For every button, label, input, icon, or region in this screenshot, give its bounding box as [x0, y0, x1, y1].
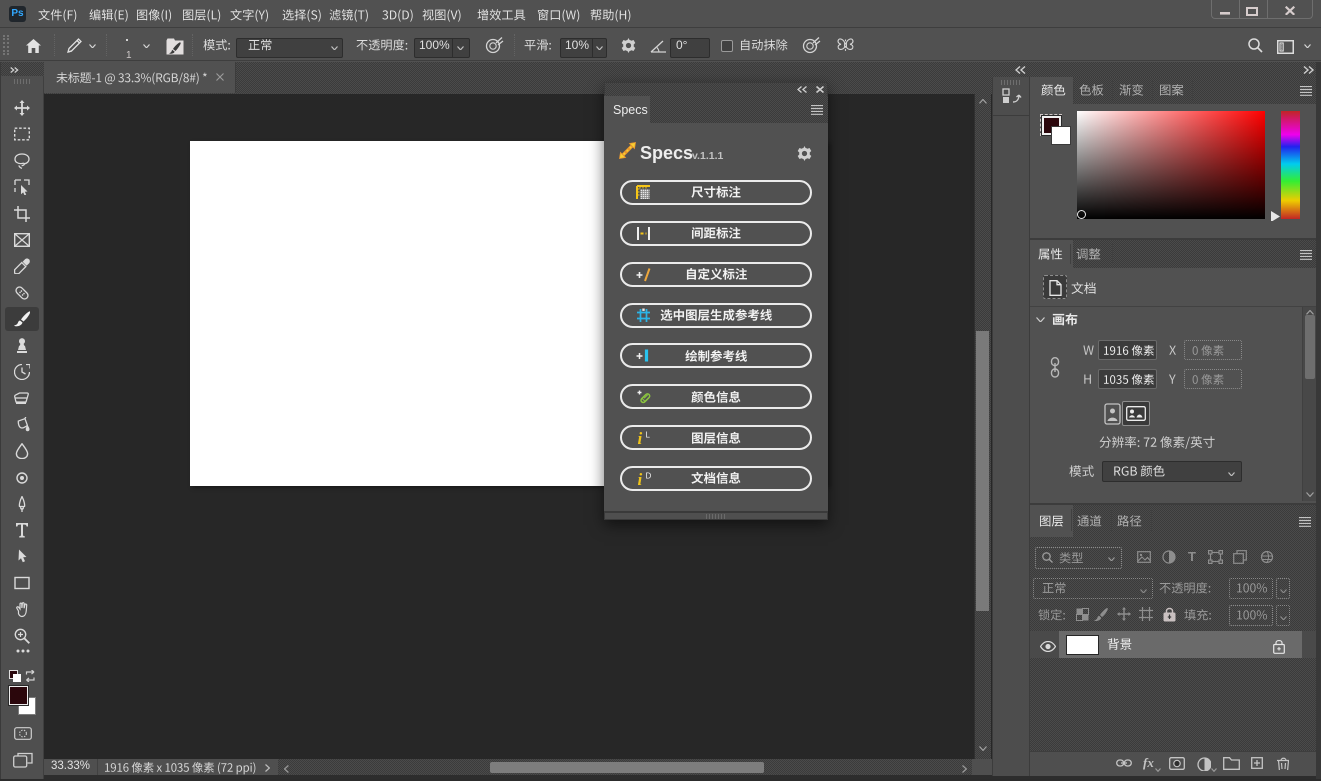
svg-text:D: D	[646, 471, 652, 480]
svg-text:i: i	[638, 430, 643, 445]
svg-text:i: i	[638, 471, 643, 486]
svg-text:L: L	[646, 431, 651, 440]
